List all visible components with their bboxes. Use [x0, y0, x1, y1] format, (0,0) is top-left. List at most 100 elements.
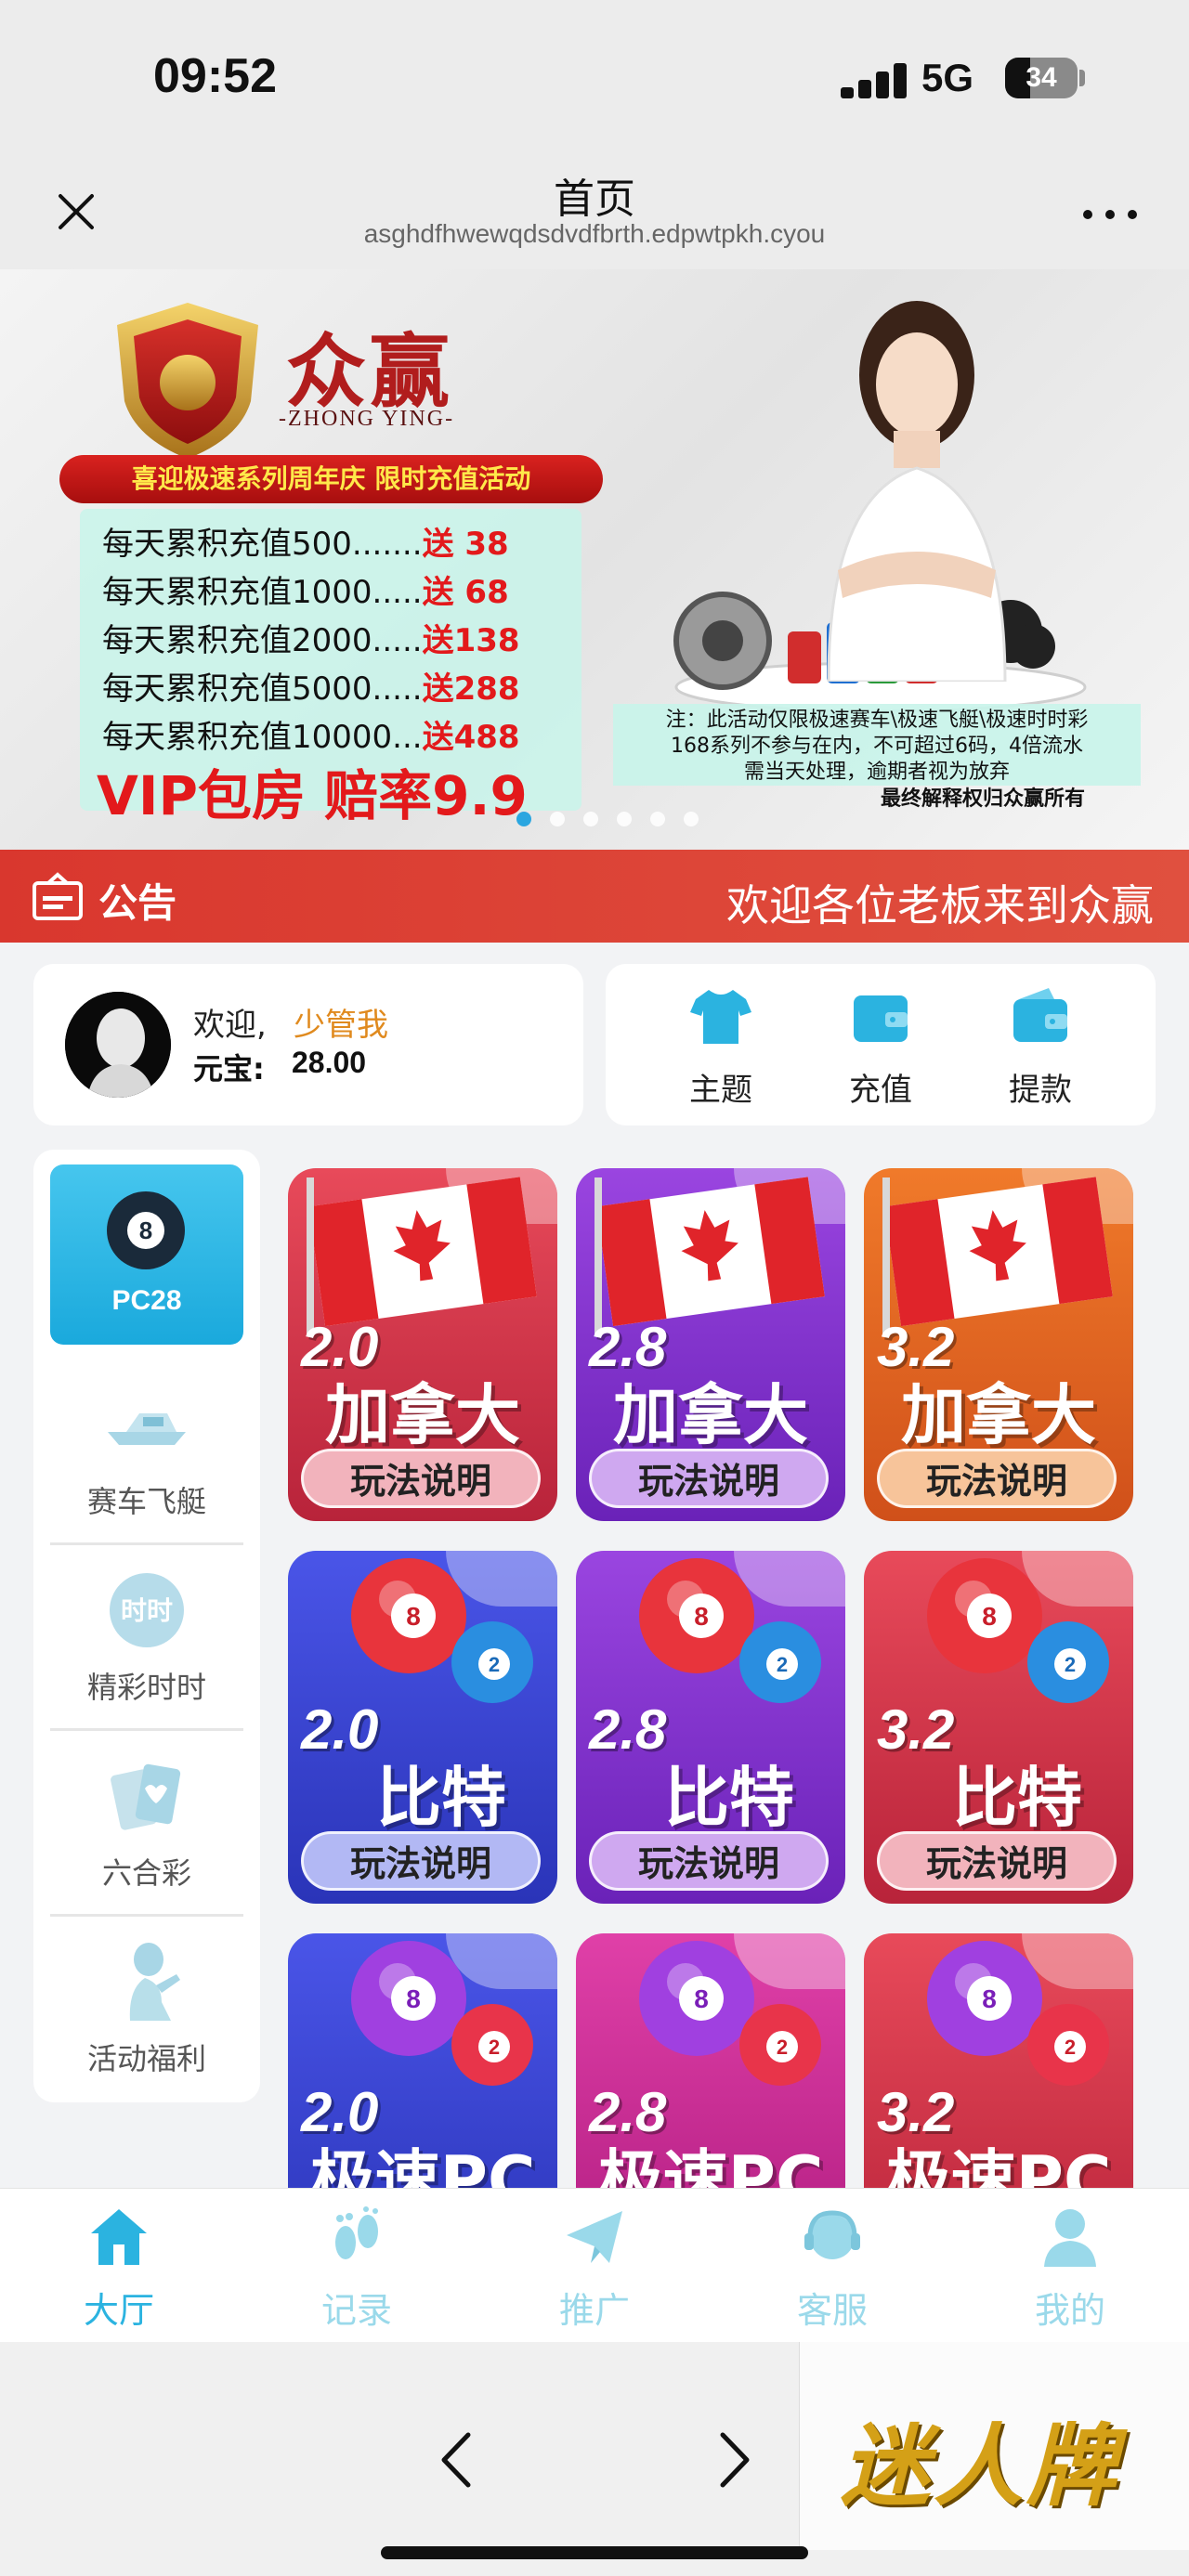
browser-title-bar: 首页 asghdfhwewqdsdvdfbrth.edpwtpkh.cyou [0, 158, 1189, 269]
game-tile[interactable]: 822.8极速PC玩法说明 [576, 1933, 845, 2188]
game-name: 加拿大 [325, 1377, 520, 1453]
battery-tip [1079, 70, 1085, 86]
game-name: 极速PC [309, 2142, 536, 2188]
svg-text:2: 2 [777, 2036, 788, 2059]
svg-text:8: 8 [406, 1984, 421, 2013]
more-icon[interactable] [1078, 195, 1143, 232]
svg-text:8: 8 [982, 1984, 997, 2013]
tab-records[interactable]: 记录 [238, 2205, 476, 2335]
signal-icon [841, 61, 908, 98]
theme-button[interactable]: 主题 [656, 984, 786, 1114]
banner-vip: VIP包房 赔率9.9 [97, 764, 528, 827]
welcome-text: 欢迎, [193, 1007, 267, 1044]
model-figure-icon [827, 301, 1007, 682]
game-tile[interactable]: 2.8 加拿大 玩法说明 [576, 1168, 845, 1521]
status-time: 09:52 [153, 49, 277, 103]
carousel-dot[interactable] [650, 812, 665, 826]
notice-bar[interactable]: 公告 欢迎各位老板来到众赢 [0, 850, 1189, 943]
banner-copyright: 最终解释权归众赢所有 [881, 787, 1086, 811]
home-indicator[interactable] [381, 2546, 808, 2559]
bonus-row: 每天累积充值10000...送488 [102, 719, 520, 756]
coin-label: 元宝: [193, 1051, 265, 1086]
game-tile[interactable]: 3.2 加拿大 玩法说明 [864, 1168, 1133, 1521]
avatar[interactable] [65, 992, 171, 1098]
banner-note: 注：此活动仅限极速赛车\极速飞艇\极速时时彩 168系列不参与在内，不可超过6码… [613, 704, 1141, 786]
game-tile[interactable]: 8 2 2.0 比特 玩法说明 [288, 1551, 557, 1904]
tab-label: 大厅 [83, 2290, 154, 2331]
page-url: asghdfhwewqdsdvdfbrth.edpwtpkh.cyou [363, 219, 826, 248]
banner-brand: 众赢 [286, 325, 453, 419]
forward-arrow-icon[interactable] [712, 2427, 758, 2492]
svg-text:8: 8 [982, 1602, 997, 1631]
tab-lobby[interactable]: 大厅 [0, 2205, 238, 2335]
game-tile[interactable]: 822.0极速PC玩法说明 [288, 1933, 557, 2188]
game-name: 极速PC [885, 2142, 1112, 2188]
recharge-label: 充值 [849, 1072, 912, 1109]
status-bar: 09:52 5G 34 [0, 0, 1189, 158]
bonus-row: 每天累积充值500.......送 38 [102, 526, 509, 563]
tab-label: 推广 [558, 2290, 630, 2331]
network-type: 5G [921, 56, 974, 99]
rules-button[interactable]: 玩法说明 [877, 1449, 1117, 1508]
tab-label: 记录 [320, 2290, 392, 2331]
watermark-logo: 迷人牌 [799, 2342, 1189, 2550]
game-tile[interactable]: 2.0 加拿大 玩法说明 [288, 1168, 557, 1521]
announcement-icon [33, 872, 83, 920]
battery-level: 34 [1026, 62, 1057, 93]
app-page: 09:52 5G 34 首页 asghdfhwewqdsdvdfbrth.edp… [0, 0, 1189, 2576]
username: 少管我 [294, 1007, 388, 1044]
battery-icon: 34 [1005, 58, 1078, 98]
user-icon [1044, 2209, 1096, 2267]
wallet-withdraw-icon [1013, 988, 1067, 1042]
svg-text:2: 2 [777, 1653, 788, 1676]
svg-text:2: 2 [1065, 2036, 1076, 2059]
back-arrow-icon[interactable] [433, 2427, 479, 2492]
bonus-row: 每天累积充值2000.....送138 [102, 622, 520, 659]
withdraw-button[interactable]: 提款 [975, 984, 1105, 1114]
game-tile[interactable]: 8 2 2.8 比特 玩法说明 [576, 1551, 845, 1904]
tab-label: 我的 [1034, 2290, 1105, 2331]
svg-text:2: 2 [489, 1653, 500, 1676]
theme-label: 主题 [689, 1072, 752, 1109]
bottom-tab-bar: 大厅 记录 推广 客服 我的 [0, 2188, 1189, 2342]
bonus-row: 每天累积充值5000.....送288 [102, 670, 520, 708]
svg-text:8: 8 [694, 1984, 709, 2013]
game-tile[interactable]: 8 2 3.2 比特 玩法说明 [864, 1551, 1133, 1904]
carousel-dots[interactable] [516, 810, 712, 828]
tab-label: 客服 [796, 2290, 868, 2331]
carousel-dot[interactable] [516, 812, 531, 826]
page-title: 首页 [554, 176, 635, 223]
user-card[interactable]: 欢迎, 少管我 元宝: 28.00 [33, 964, 583, 1125]
home-icon [91, 2209, 147, 2265]
promo-banner[interactable]: 众赢 -ZHONG YING- 喜迎极速系列周年庆 限时充值活动 每天累积充值5… [0, 269, 1189, 850]
carousel-dot[interactable] [684, 812, 699, 826]
recharge-button[interactable]: 充值 [816, 984, 946, 1114]
svg-text:2: 2 [489, 2036, 500, 2059]
tab-support[interactable]: 客服 [713, 2205, 951, 2335]
rules-button[interactable]: 玩法说明 [589, 1831, 829, 1891]
carousel-dot[interactable] [550, 812, 565, 826]
rules-button[interactable]: 玩法说明 [301, 1831, 541, 1891]
svg-text:8: 8 [406, 1602, 421, 1631]
tshirt-icon [690, 990, 751, 1044]
rules-button[interactable]: 玩法说明 [301, 1449, 541, 1508]
game-name: 比特 [664, 1760, 794, 1836]
headset-icon [804, 2210, 860, 2259]
tab-promote[interactable]: 推广 [476, 2205, 713, 2335]
tab-profile[interactable]: 我的 [951, 2205, 1189, 2335]
bonus-row: 每天累积充值1000.....送 68 [102, 574, 509, 611]
carousel-dot[interactable] [617, 812, 632, 826]
rules-button[interactable]: 玩法说明 [589, 1449, 829, 1508]
game-grid: 2.0 加拿大 玩法说明 2.8 加拿大 玩法说明 3.2 加拿大 玩法说明 8 2 2.0 比特 玩法说… [0, 1150, 1189, 2188]
game-tile[interactable]: 823.2极速PC玩法说明 [864, 1933, 1133, 2188]
carousel-dot[interactable] [583, 812, 598, 826]
svg-text:8: 8 [694, 1602, 709, 1631]
watermark-text: 迷人牌 [841, 2414, 1119, 2518]
coin-balance: 28.00 [292, 1046, 367, 1079]
rules-button[interactable]: 玩法说明 [877, 1831, 1117, 1891]
game-name: 加拿大 [613, 1377, 808, 1453]
game-name: 比特 [952, 1760, 1082, 1836]
withdraw-label: 提款 [1009, 1072, 1072, 1109]
game-name: 加拿大 [901, 1377, 1096, 1453]
wallet-icon [854, 995, 908, 1042]
